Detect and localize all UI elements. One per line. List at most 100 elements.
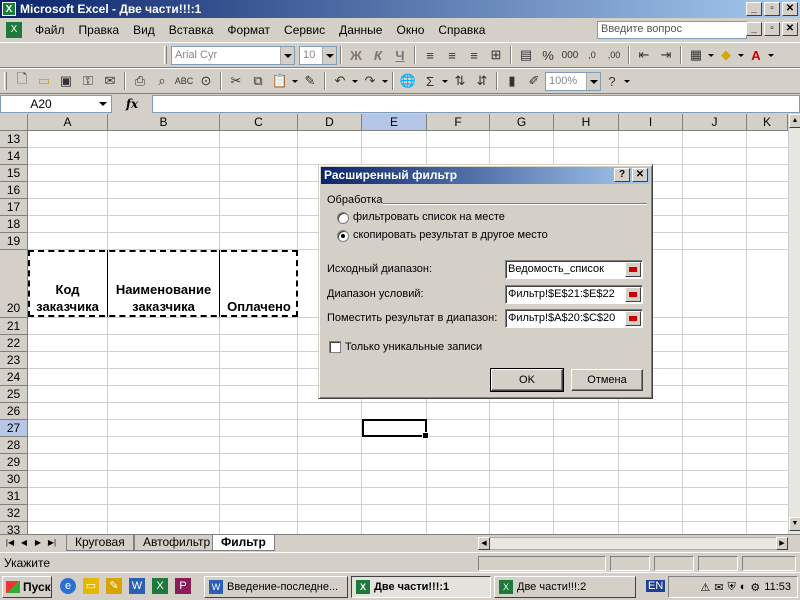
column-header-h[interactable]: H [554,114,619,131]
new-icon[interactable]: 🗋 [11,71,33,91]
menu-tools[interactable]: Сервис [277,23,332,37]
collapse-dialog-icon[interactable] [625,311,641,326]
excel-quick-icon[interactable]: X [152,578,168,594]
scroll-left-icon[interactable]: ◀ [478,537,490,550]
column-header-i[interactable]: I [619,114,683,131]
first-sheet-icon[interactable]: |◀ [4,537,16,549]
criteria-range-input[interactable]: Фильтр!$E$21:$E$22 [505,285,643,304]
maximize-button[interactable]: ▫ [764,2,780,16]
sort-ascending-icon[interactable]: ⇅ [449,71,471,91]
menu-view[interactable]: Вид [126,23,162,37]
task-vvedenie[interactable]: W Введение-последне... [204,576,348,598]
print-preview-icon[interactable]: ⌕ [151,71,173,91]
network-icon[interactable]: ⚠ [700,581,710,594]
clock[interactable]: 11:53 [764,581,791,593]
scroll-right-icon[interactable]: ▶ [776,537,788,550]
decrease-decimal-icon[interactable]: ,00 [603,45,625,65]
task-dve-chasti-2[interactable]: X Две части!!!:2 [494,576,636,598]
menu-window[interactable]: Окно [389,23,431,37]
font-color-icon[interactable]: A [745,45,767,65]
sheet-tab-krugovaya[interactable]: Круговая [66,535,134,551]
column-header-f[interactable]: F [427,114,490,131]
row-header-29[interactable]: 29 [0,454,28,471]
percent-icon[interactable]: % [537,45,559,65]
row-header-13[interactable]: 13 [0,131,28,148]
borders-icon[interactable]: ▦ [685,45,707,65]
row-header-17[interactable]: 17 [0,199,28,216]
autosum-icon[interactable]: Σ [419,71,441,91]
collapse-dialog-icon[interactable] [625,287,641,302]
print-icon[interactable]: ⎙ [129,71,151,91]
cancel-button[interactable]: Отмена [571,369,643,391]
permission-icon[interactable]: ⚿ [77,71,99,91]
bold-button[interactable]: Ж [345,45,367,65]
row-header-30[interactable]: 30 [0,471,28,488]
cut-icon[interactable]: ✂ [225,71,247,91]
insert-function-icon[interactable]: fx [112,97,152,111]
drawing-icon[interactable]: ✐ [523,71,545,91]
filter-in-place-radio[interactable] [337,212,349,224]
access-icon[interactable]: P [175,578,191,594]
font-size-select[interactable]: 10 [299,45,337,65]
sheet-tab-autofilter[interactable]: Автофильтр [134,535,220,551]
explorer-icon[interactable]: ▭ [83,578,99,594]
column-header-g[interactable]: G [490,114,554,131]
doc-minimize-button[interactable]: _ [746,22,762,36]
underline-button[interactable]: Ч [389,45,411,65]
currency-icon[interactable]: ▤ [515,45,537,65]
language-indicator[interactable]: EN [646,580,666,592]
row-header-15[interactable]: 15 [0,165,28,182]
menu-data[interactable]: Данные [332,23,389,37]
column-header-c[interactable]: C [220,114,298,131]
copy-icon[interactable]: ⧉ [247,71,269,91]
sort-descending-icon[interactable]: ⇵ [471,71,493,91]
row-header-23[interactable]: 23 [0,352,28,369]
mail-icon[interactable]: ✉ [714,581,723,594]
scroll-down-icon[interactable]: ▼ [789,517,800,531]
filter-in-place-label[interactable]: фильтровать список на месте [353,211,505,223]
row-header-22[interactable]: 22 [0,335,28,352]
italic-button[interactable]: К [367,45,389,65]
row-header-27[interactable]: 27 [0,420,28,437]
align-center-icon[interactable]: ≡ [441,45,463,65]
row-header-31[interactable]: 31 [0,488,28,505]
horizontal-scrollbar[interactable]: ◀ ▶ [478,537,788,550]
row-header-33[interactable]: 33 [0,522,28,534]
open-icon[interactable]: ▭ [33,71,55,91]
paste-icon[interactable]: 📋 [269,71,291,91]
zoom-select[interactable]: 100% [545,71,601,91]
row-header-28[interactable]: 28 [0,437,28,454]
dialog-close-button[interactable]: ✕ [632,168,648,182]
redo-icon[interactable]: ↷ [359,71,381,91]
copy-to-location-radio[interactable] [337,230,349,242]
source-range-input[interactable]: Ведомость_список [505,260,643,279]
help-icon[interactable]: ? [601,71,623,91]
last-sheet-icon[interactable]: ▶| [46,537,58,549]
scroll-up-icon[interactable]: ▲ [789,114,800,128]
ok-button[interactable]: OK [490,368,564,392]
word-icon[interactable]: W [129,578,145,594]
task-dve-chasti-1[interactable]: X Две части!!!:1 [351,576,491,598]
spelling-icon[interactable]: ABC [173,71,195,91]
dialog-title-bar[interactable]: Расширенный фильтр ? ✕ [321,167,650,184]
align-left-icon[interactable]: ≡ [419,45,441,65]
email-icon[interactable]: ✉ [99,71,121,91]
collapse-dialog-icon[interactable] [625,262,641,277]
menu-insert[interactable]: Вставка [162,23,221,37]
row-header-20[interactable]: 20 [0,250,28,318]
menu-format[interactable]: Формат [220,23,277,37]
pen-icon[interactable]: ✎ [106,578,122,594]
sheet-tab-filter[interactable]: Фильтр [212,535,275,551]
align-right-icon[interactable]: ≡ [463,45,485,65]
update-icon[interactable]: ⚙ [750,581,760,594]
doc-restore-button[interactable]: ▫ [764,22,780,36]
column-header-e[interactable]: E [362,114,427,131]
ask-question-input[interactable]: Введите вопрос [597,21,747,39]
formula-input[interactable] [152,95,800,113]
menu-edit[interactable]: Правка [72,23,127,37]
research-icon[interactable]: ⊙ [195,71,217,91]
thousands-icon[interactable]: 000 [559,45,581,65]
increase-indent-icon[interactable]: ⇥ [655,45,677,65]
start-button[interactable]: Пуск [2,576,52,598]
active-cell-e27[interactable] [362,419,429,439]
